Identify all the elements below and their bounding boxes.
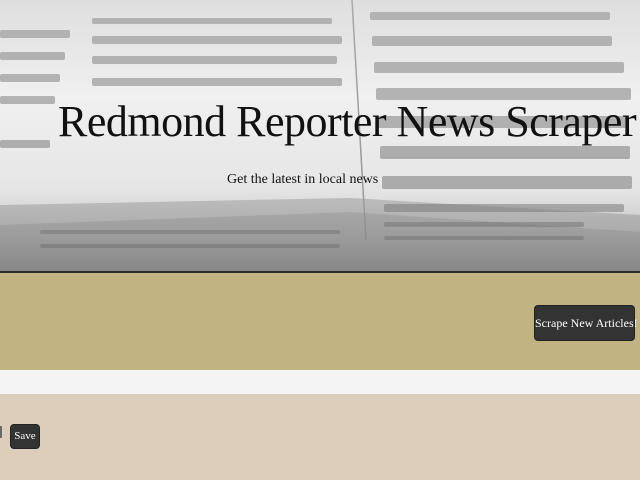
scrape-new-articles-button[interactable]: Scrape New Articles! bbox=[534, 305, 638, 341]
save-button[interactable]: Save bbox=[10, 424, 40, 449]
article-item-edge bbox=[0, 426, 2, 438]
section-spacer bbox=[0, 370, 640, 394]
articles-section bbox=[0, 394, 640, 480]
hero-banner: Redmond Reporter News Scraper Get the la… bbox=[0, 0, 640, 271]
subtitle-text: Get the latest in local news bbox=[227, 172, 379, 187]
page-title: Redmond Reporter News Scraper bbox=[58, 97, 637, 146]
